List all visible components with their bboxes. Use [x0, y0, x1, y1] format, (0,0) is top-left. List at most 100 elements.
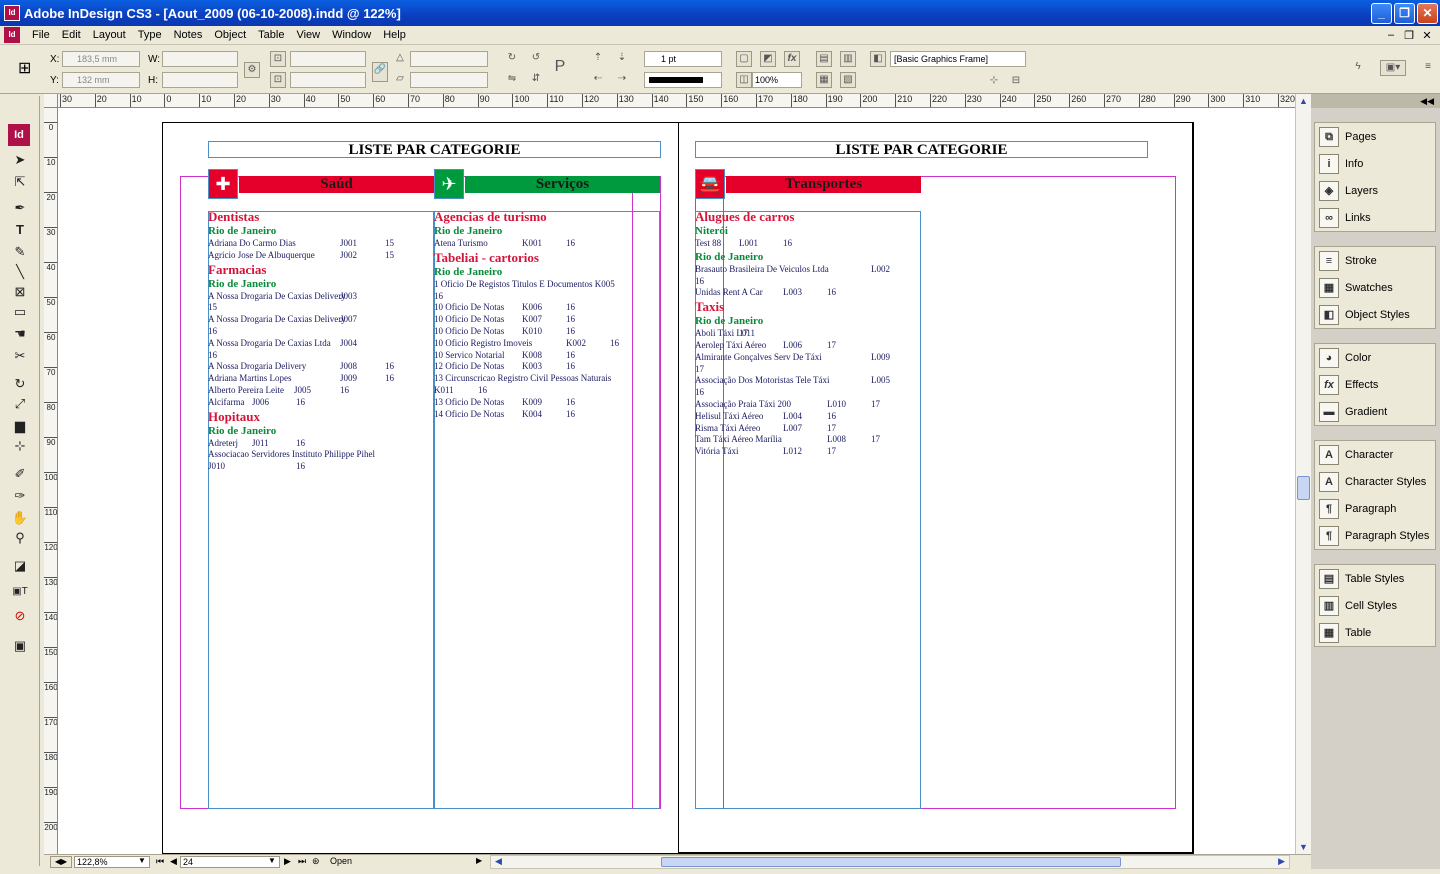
gradient-tool-icon[interactable]: ▆: [9, 416, 31, 436]
shear-field[interactable]: [410, 72, 488, 88]
flip-h-icon[interactable]: ⇋: [504, 72, 520, 88]
y-field[interactable]: 132 mm: [62, 72, 140, 88]
status-menu-icon[interactable]: ▶: [476, 856, 482, 865]
w-field[interactable]: [162, 51, 238, 67]
panel-links[interactable]: ∞ Links: [1315, 204, 1435, 231]
scroll-right-arrow-icon[interactable]: ▶: [1278, 856, 1285, 867]
rectangle-frame-tool-icon[interactable]: ⊠: [9, 282, 31, 302]
workspace-icon[interactable]: ▣▾: [1380, 60, 1406, 76]
pencil-tool-icon[interactable]: ✎: [9, 242, 31, 262]
panel-info[interactable]: i Info: [1315, 150, 1435, 177]
page-title[interactable]: LISTE PAR CATEGORIE: [208, 141, 661, 158]
scroll-down-arrow-icon[interactable]: ▼: [1296, 840, 1311, 854]
reference-point-icon[interactable]: ⊞: [18, 58, 31, 78]
panel-effects[interactable]: fx Effects: [1315, 371, 1435, 398]
fill-icon[interactable]: ▢: [736, 51, 752, 67]
first-page-icon[interactable]: ⏮: [156, 856, 164, 867]
horizontal-scroll-thumb[interactable]: [661, 857, 1121, 867]
panel-gradient[interactable]: ▬ Gradient: [1315, 398, 1435, 425]
page-right[interactable]: LISTE PAR CATEGORIE Transportes 🚘 Alugue…: [678, 122, 1194, 854]
page-left[interactable]: LISTE PAR CATEGORIE Saúd ✚ Serviços ✈ De…: [162, 122, 679, 854]
panel-pages[interactable]: ⧉ Pages: [1315, 123, 1435, 150]
menu-table[interactable]: Table: [252, 29, 290, 41]
rectangle-tool-icon[interactable]: ▭: [9, 302, 31, 322]
scale-y-icon[interactable]: ⊡: [270, 72, 286, 88]
scroll-up-arrow-icon[interactable]: ▲: [1296, 94, 1311, 108]
type-tool-icon[interactable]: T: [9, 220, 31, 240]
hand-tool-icon[interactable]: ✋: [9, 508, 31, 528]
pasteboard[interactable]: LISTE PAR CATEGORIE Saúd ✚ Serviços ✈ De…: [58, 108, 1295, 854]
note-tool-icon[interactable]: ✐: [9, 464, 31, 484]
align-bottom-icon[interactable]: ▧: [840, 72, 856, 88]
menu-view[interactable]: View: [290, 29, 326, 41]
menu-help[interactable]: Help: [377, 29, 412, 41]
menu-window[interactable]: Window: [326, 29, 377, 41]
rotate-cw-icon[interactable]: ↻: [504, 51, 520, 67]
select-container-icon[interactable]: ⇡: [590, 51, 606, 67]
collapse-dock-icon[interactable]: ◀◀: [1311, 94, 1440, 108]
select-content-icon[interactable]: ⇣: [614, 51, 630, 67]
x-field[interactable]: 183,5 mm: [62, 51, 140, 67]
doc-close-button[interactable]: ✕: [1420, 29, 1434, 42]
pen-tool-icon[interactable]: ✒: [9, 198, 31, 218]
object-style-select[interactable]: [Basic Graphics Frame]: [890, 51, 1026, 67]
apply-none-icon[interactable]: ⊘: [9, 606, 31, 626]
rotate-ccw-icon[interactable]: ↺: [528, 51, 544, 67]
vertical-scroll-thumb[interactable]: [1297, 476, 1310, 500]
panel-stroke[interactable]: ≡ Stroke: [1315, 247, 1435, 274]
horizontal-scrollbar[interactable]: ◀ ▶: [490, 855, 1290, 869]
ruler-origin[interactable]: [44, 94, 58, 108]
lightning-icon[interactable]: ϟ: [1350, 60, 1366, 76]
panel-character[interactable]: A Character: [1315, 441, 1435, 468]
scissors-tool-icon[interactable]: ✂: [9, 346, 31, 366]
page-title[interactable]: LISTE PAR CATEGORIE: [695, 141, 1148, 158]
panel-cell-styles[interactable]: ▥ Cell Styles: [1315, 592, 1435, 619]
select-next-icon[interactable]: ⇢: [614, 72, 630, 88]
h-field[interactable]: [162, 72, 238, 88]
clear-attrs-icon[interactable]: ⊟: [1008, 74, 1024, 90]
close-button[interactable]: ✕: [1417, 2, 1438, 24]
restore-button[interactable]: ❐: [1394, 2, 1415, 24]
preflight-icon[interactable]: ◀▶: [50, 856, 72, 868]
menu-type[interactable]: Type: [132, 29, 168, 41]
fx-icon[interactable]: fx: [784, 51, 800, 67]
scale-tool-icon[interactable]: ⤢: [9, 394, 31, 414]
text-wrap-none-icon[interactable]: ▤: [816, 51, 832, 67]
doc-restore-button[interactable]: ❐: [1402, 29, 1416, 42]
eyedropper-tool-icon[interactable]: ✑: [9, 486, 31, 506]
free-transform-tool-icon[interactable]: ⊹: [9, 436, 31, 456]
zoom-dropdown-icon[interactable]: ▼: [138, 856, 146, 865]
last-page-icon[interactable]: ⏭: [298, 856, 306, 867]
panel-color[interactable]: ◕ Color: [1315, 344, 1435, 371]
line-tool-icon[interactable]: ╲: [9, 262, 31, 282]
listing-column-1[interactable]: Alugues de carros Niterói Test 88 L001 16 Rio…: [695, 209, 921, 458]
listing-column-1[interactable]: Dentistas Rio de Janeiro Adriana Do Carmo …: [208, 209, 434, 473]
menu-object[interactable]: Object: [208, 29, 252, 41]
direct-selection-tool-icon[interactable]: ⇱: [9, 172, 31, 192]
screen-mode-icon[interactable]: ▣: [9, 636, 31, 656]
menu-notes[interactable]: Notes: [168, 29, 209, 41]
panel-object-styles[interactable]: ◧ Object Styles: [1315, 301, 1435, 328]
fill-stroke-swatch-icon[interactable]: ◪: [9, 556, 31, 576]
select-previous-icon[interactable]: ⇠: [590, 72, 606, 88]
align-top-icon[interactable]: ▦: [816, 72, 832, 88]
stroke-type-select[interactable]: [644, 72, 722, 88]
panel-character-styles[interactable]: A Character Styles: [1315, 468, 1435, 495]
selection-tool-icon[interactable]: ➤: [9, 150, 31, 170]
page-number-field[interactable]: 24: [180, 856, 280, 868]
rotate-tool-icon[interactable]: ↻: [9, 374, 31, 394]
listing-column-2[interactable]: Agencias de turismo Rio de Janeiro Atena T…: [434, 209, 660, 420]
category-banner-saude[interactable]: Saúd: [239, 176, 434, 193]
button-tool-icon[interactable]: ☚: [9, 324, 31, 344]
clear-overrides-icon[interactable]: ⊹: [986, 74, 1002, 90]
scale-x-field[interactable]: [290, 51, 366, 67]
link-icon[interactable]: 🔗: [372, 62, 388, 82]
minimize-button[interactable]: _: [1371, 2, 1392, 24]
drop-shadow-icon[interactable]: ◩: [760, 51, 776, 67]
text-wrap-bbox-icon[interactable]: ▥: [840, 51, 856, 67]
stroke-weight-field[interactable]: 1 pt: [644, 51, 722, 67]
panel-paragraph[interactable]: ¶ Paragraph: [1315, 495, 1435, 522]
scale-y-field[interactable]: [290, 72, 366, 88]
panel-layers[interactable]: ◈ Layers: [1315, 177, 1435, 204]
panel-table[interactable]: ▦ Table: [1315, 619, 1435, 646]
